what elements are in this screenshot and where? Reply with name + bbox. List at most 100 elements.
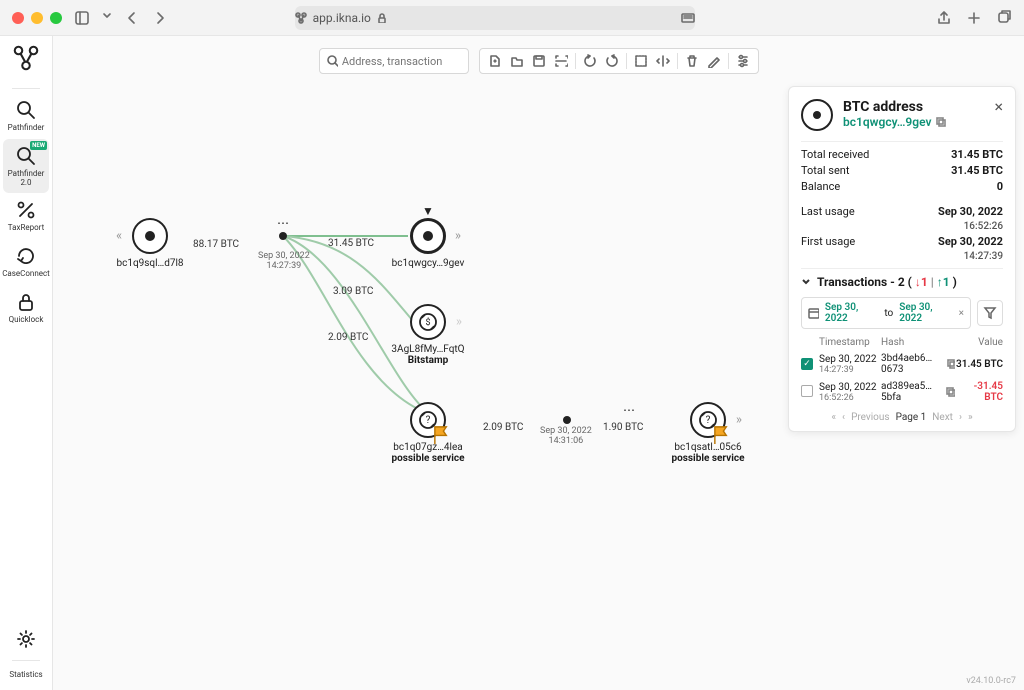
- tabs-icon[interactable]: [996, 10, 1012, 26]
- node-sublabel: Bitstamp: [408, 355, 449, 366]
- sidebar-item-quicklock[interactable]: Quicklock: [3, 285, 49, 331]
- flag-icon: [712, 424, 726, 438]
- calendar-icon: [808, 307, 819, 319]
- back-icon[interactable]: [124, 10, 140, 26]
- edge-menu-icon[interactable]: ⋯: [623, 403, 636, 417]
- page-next-icon[interactable]: ›: [959, 412, 962, 423]
- sidebar-item-taxreport[interactable]: TaxReport: [3, 193, 49, 239]
- chevron-down-icon: [801, 277, 811, 287]
- sidebar-item-label: Pathfinder 2.0: [3, 170, 49, 188]
- forward-icon[interactable]: [152, 10, 168, 26]
- stat-value: 31.45 BTC: [951, 148, 1003, 161]
- sidebar-item-label: Pathfinder: [8, 124, 45, 133]
- version-label: v24.10.0-rc7: [966, 676, 1016, 686]
- close-panel-button[interactable]: ×: [994, 99, 1003, 115]
- svg-text:$: $: [425, 317, 430, 328]
- graph-node[interactable]: $ » 3AgL8fMy…FqtQ Bitstamp: [383, 304, 473, 366]
- url-text: app.ikna.io: [313, 11, 371, 25]
- node-label: bc1qwgcy…9gev: [392, 258, 465, 269]
- edge-dot[interactable]: [279, 232, 287, 240]
- browser-chrome: app.ikna.io: [0, 0, 1024, 36]
- percent-icon: [15, 199, 37, 221]
- stat-label: Balance: [801, 180, 840, 193]
- edge-timestamp: Sep 30, 2022 14:31:06: [540, 426, 592, 446]
- graph-node[interactable]: ? bc1q07gz…4lea possible service: [383, 402, 473, 464]
- reader-icon[interactable]: [681, 13, 695, 23]
- pager: « ‹ Previous Page 1 Next › »: [801, 412, 1003, 423]
- expand-right-icon[interactable]: »: [456, 315, 462, 330]
- new-badge: NEW: [30, 141, 47, 150]
- graph-node-selected[interactable]: ▼ » bc1qwgcy…9gev: [383, 218, 473, 269]
- search-icon: [15, 99, 37, 121]
- node-sublabel: possible service: [392, 453, 465, 464]
- edge-amount: 1.90 BTC: [603, 422, 643, 433]
- page-prev-icon[interactable]: ‹: [842, 412, 845, 423]
- stat-label: Last usage: [801, 205, 855, 218]
- graph-canvas[interactable]: 88.17 BTC ⋯ Sep 30, 2022 14:27:39 31.45 …: [53, 36, 1024, 690]
- traffic-lights: [12, 12, 62, 24]
- minimize-window-icon[interactable]: [31, 12, 43, 24]
- svg-text:?: ?: [426, 415, 431, 426]
- close-window-icon[interactable]: [12, 12, 24, 24]
- stat-value: Sep 30, 2022: [938, 235, 1003, 248]
- edge-amount: 2.09 BTC: [483, 422, 523, 433]
- checkbox[interactable]: [801, 385, 813, 397]
- new-tab-icon[interactable]: [966, 10, 982, 26]
- node-label: bc1q07gz…4lea: [393, 442, 462, 453]
- svg-text:?: ?: [706, 415, 711, 426]
- table-row[interactable]: Sep 30, 2022 14:27:39 3bd4aeb6…0673 31.4…: [801, 350, 1003, 378]
- details-panel: BTC address bc1qwgcy…9gev × Total receiv…: [788, 86, 1016, 432]
- stat-value: 16:52:26: [964, 221, 1003, 232]
- sidebar-settings[interactable]: [3, 622, 49, 656]
- page-first-icon[interactable]: «: [831, 412, 836, 423]
- expand-right-icon[interactable]: »: [736, 413, 742, 428]
- table-row[interactable]: Sep 30, 2022 16:52:26 ad389ea5…5bfa -31.…: [801, 378, 1003, 406]
- stat-value: 14:27:39: [964, 251, 1003, 262]
- graph-node[interactable]: ? » bc1qsatl…05c6 possible service: [663, 402, 753, 464]
- funnel-icon: [983, 306, 997, 320]
- selected-marker-icon: ▼: [422, 204, 434, 218]
- page-next[interactable]: Next: [932, 412, 953, 423]
- transactions-header[interactable]: Transactions - 2 ( ↓1 | ↑1 ): [801, 275, 1003, 289]
- sidebar-item-label: CaseConnect: [2, 270, 50, 279]
- sidebar-item-label: Quicklock: [9, 316, 44, 325]
- page-prev[interactable]: Previous: [851, 412, 890, 423]
- chevron-down-icon[interactable]: [102, 10, 112, 26]
- panel-title: BTC address: [843, 99, 984, 115]
- flag-icon: [432, 424, 446, 438]
- copy-icon[interactable]: [947, 359, 955, 369]
- date-filter[interactable]: Sep 30, 2022 to Sep 30, 2022 ×: [801, 297, 971, 329]
- sidebar-item-pathfinder[interactable]: Pathfinder: [3, 93, 49, 139]
- page-last-icon[interactable]: »: [968, 412, 973, 423]
- edge-amount: 88.17 BTC: [193, 239, 239, 250]
- edge-dot[interactable]: [563, 416, 571, 424]
- expand-right-icon[interactable]: »: [455, 229, 461, 244]
- sidebar-item-statistics[interactable]: Statistics: [3, 665, 49, 690]
- panel-address[interactable]: bc1qwgcy…9gev: [843, 115, 984, 129]
- fullscreen-window-icon[interactable]: [50, 12, 62, 24]
- expand-left-icon[interactable]: «: [116, 229, 122, 244]
- share-icon[interactable]: [936, 10, 952, 26]
- sidebar-item-pathfinder-2[interactable]: NEW Pathfinder 2.0: [3, 139, 49, 194]
- sidebar-toggle-icon[interactable]: [74, 10, 90, 26]
- edge-amount: 31.45 BTC: [328, 238, 374, 249]
- copy-icon[interactable]: [946, 387, 955, 397]
- sidebar-item-label: Statistics: [9, 671, 42, 680]
- edge-amount: 2.09 BTC: [328, 332, 368, 343]
- filter-button[interactable]: [977, 300, 1003, 326]
- stat-value: 31.45 BTC: [951, 164, 1003, 177]
- edge-menu-icon[interactable]: ⋯: [277, 216, 290, 230]
- loop-icon: [15, 245, 37, 267]
- sidebar-item-caseconnect[interactable]: CaseConnect: [3, 239, 49, 285]
- copy-icon[interactable]: [936, 117, 946, 127]
- checkbox[interactable]: [801, 358, 813, 370]
- graph-node[interactable]: « bc1q9sql…d7l8: [105, 218, 195, 269]
- lock-icon: [377, 13, 387, 23]
- app-logo-icon[interactable]: [10, 42, 42, 74]
- sidebar-item-label: TaxReport: [8, 224, 44, 233]
- stat-label: Total received: [801, 148, 869, 161]
- node-sublabel: possible service: [672, 453, 745, 464]
- clear-filter-icon[interactable]: ×: [959, 308, 964, 319]
- url-bar[interactable]: app.ikna.io: [295, 6, 695, 30]
- stat-value: 0: [997, 180, 1003, 193]
